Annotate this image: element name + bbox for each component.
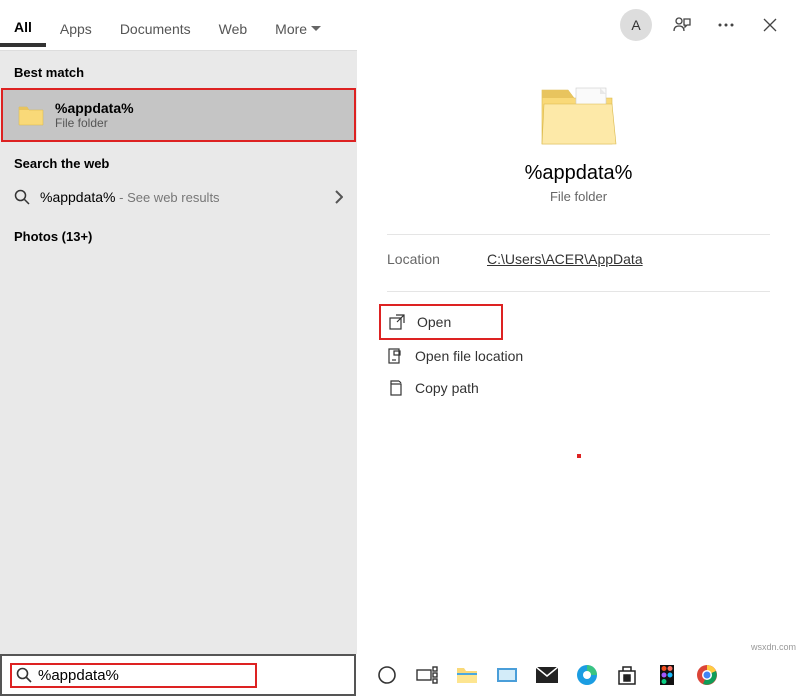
action-open-file-location[interactable]: Open file location	[387, 340, 770, 372]
more-options-icon[interactable]	[708, 7, 744, 43]
search-box[interactable]	[0, 654, 356, 696]
preview-title: %appdata%	[387, 162, 770, 185]
best-match-result[interactable]: %appdata% File folder	[1, 88, 356, 142]
copy-icon	[387, 380, 403, 396]
open-icon	[389, 314, 405, 330]
result-title: %appdata%	[55, 100, 134, 116]
figma-icon[interactable]	[656, 664, 678, 686]
watermark: wsxdn.com	[751, 642, 796, 652]
search-tabs: All Apps Documents Web More	[0, 0, 620, 50]
edge-icon[interactable]	[576, 664, 598, 686]
folder-icon	[17, 101, 45, 129]
location-value[interactable]: C:\Users\ACER\AppData	[487, 251, 643, 267]
photos-label[interactable]: Photos (13+)	[0, 215, 357, 252]
best-match-label: Best match	[0, 51, 357, 88]
marker-dot	[577, 454, 581, 458]
action-copy-path[interactable]: Copy path	[387, 372, 770, 404]
preview-panel: %appdata% File folder Location C:\Users\…	[357, 50, 800, 659]
cortana-icon[interactable]	[376, 664, 398, 686]
tab-documents[interactable]: Documents	[106, 11, 205, 45]
taskbar	[0, 654, 800, 696]
header-bar: All Apps Documents Web More A	[0, 0, 800, 50]
tab-more-label: More	[275, 21, 307, 37]
file-location-icon	[387, 348, 403, 364]
chevron-right-icon	[335, 190, 343, 204]
search-highlight	[10, 663, 257, 688]
search-web-label: Search the web	[0, 142, 357, 179]
result-text-group: %appdata% File folder	[55, 100, 134, 130]
close-icon[interactable]	[752, 7, 788, 43]
tab-apps[interactable]: Apps	[46, 11, 106, 45]
action-copy-path-label: Copy path	[415, 380, 479, 396]
search-icon	[14, 189, 30, 205]
task-view-icon[interactable]	[416, 664, 438, 686]
chevron-down-icon	[311, 26, 321, 32]
location-row: Location C:\Users\ACER\AppData	[387, 251, 770, 267]
search-icon	[16, 667, 32, 683]
divider	[387, 234, 770, 235]
results-panel: Best match %appdata% File folder Search …	[0, 50, 357, 659]
action-open[interactable]: Open	[379, 304, 503, 340]
header-actions: A	[620, 7, 788, 43]
divider-2	[387, 291, 770, 292]
tab-more[interactable]: More	[261, 11, 335, 45]
web-suffix: - See web results	[116, 190, 220, 205]
store-icon[interactable]	[616, 664, 638, 686]
chrome-icon[interactable]	[696, 664, 718, 686]
action-open-label: Open	[417, 314, 451, 330]
app-icon-blue[interactable]	[496, 664, 518, 686]
result-subtitle: File folder	[55, 116, 134, 130]
feedback-icon[interactable]	[664, 7, 700, 43]
taskbar-tray	[356, 664, 800, 686]
search-input[interactable]	[38, 667, 237, 684]
preview-folder-icon	[387, 84, 770, 148]
web-result-query: %appdata% - See web results	[40, 189, 220, 205]
web-query-text: %appdata%	[40, 189, 116, 205]
user-avatar[interactable]: A	[620, 9, 652, 41]
tab-web[interactable]: Web	[205, 11, 262, 45]
action-open-file-location-label: Open file location	[415, 348, 523, 364]
mail-icon[interactable]	[536, 664, 558, 686]
preview-subtitle: File folder	[387, 189, 770, 204]
tab-all[interactable]: All	[0, 9, 46, 47]
location-label: Location	[387, 251, 487, 267]
file-explorer-icon[interactable]	[456, 664, 478, 686]
web-result-item[interactable]: %appdata% - See web results	[0, 179, 357, 215]
